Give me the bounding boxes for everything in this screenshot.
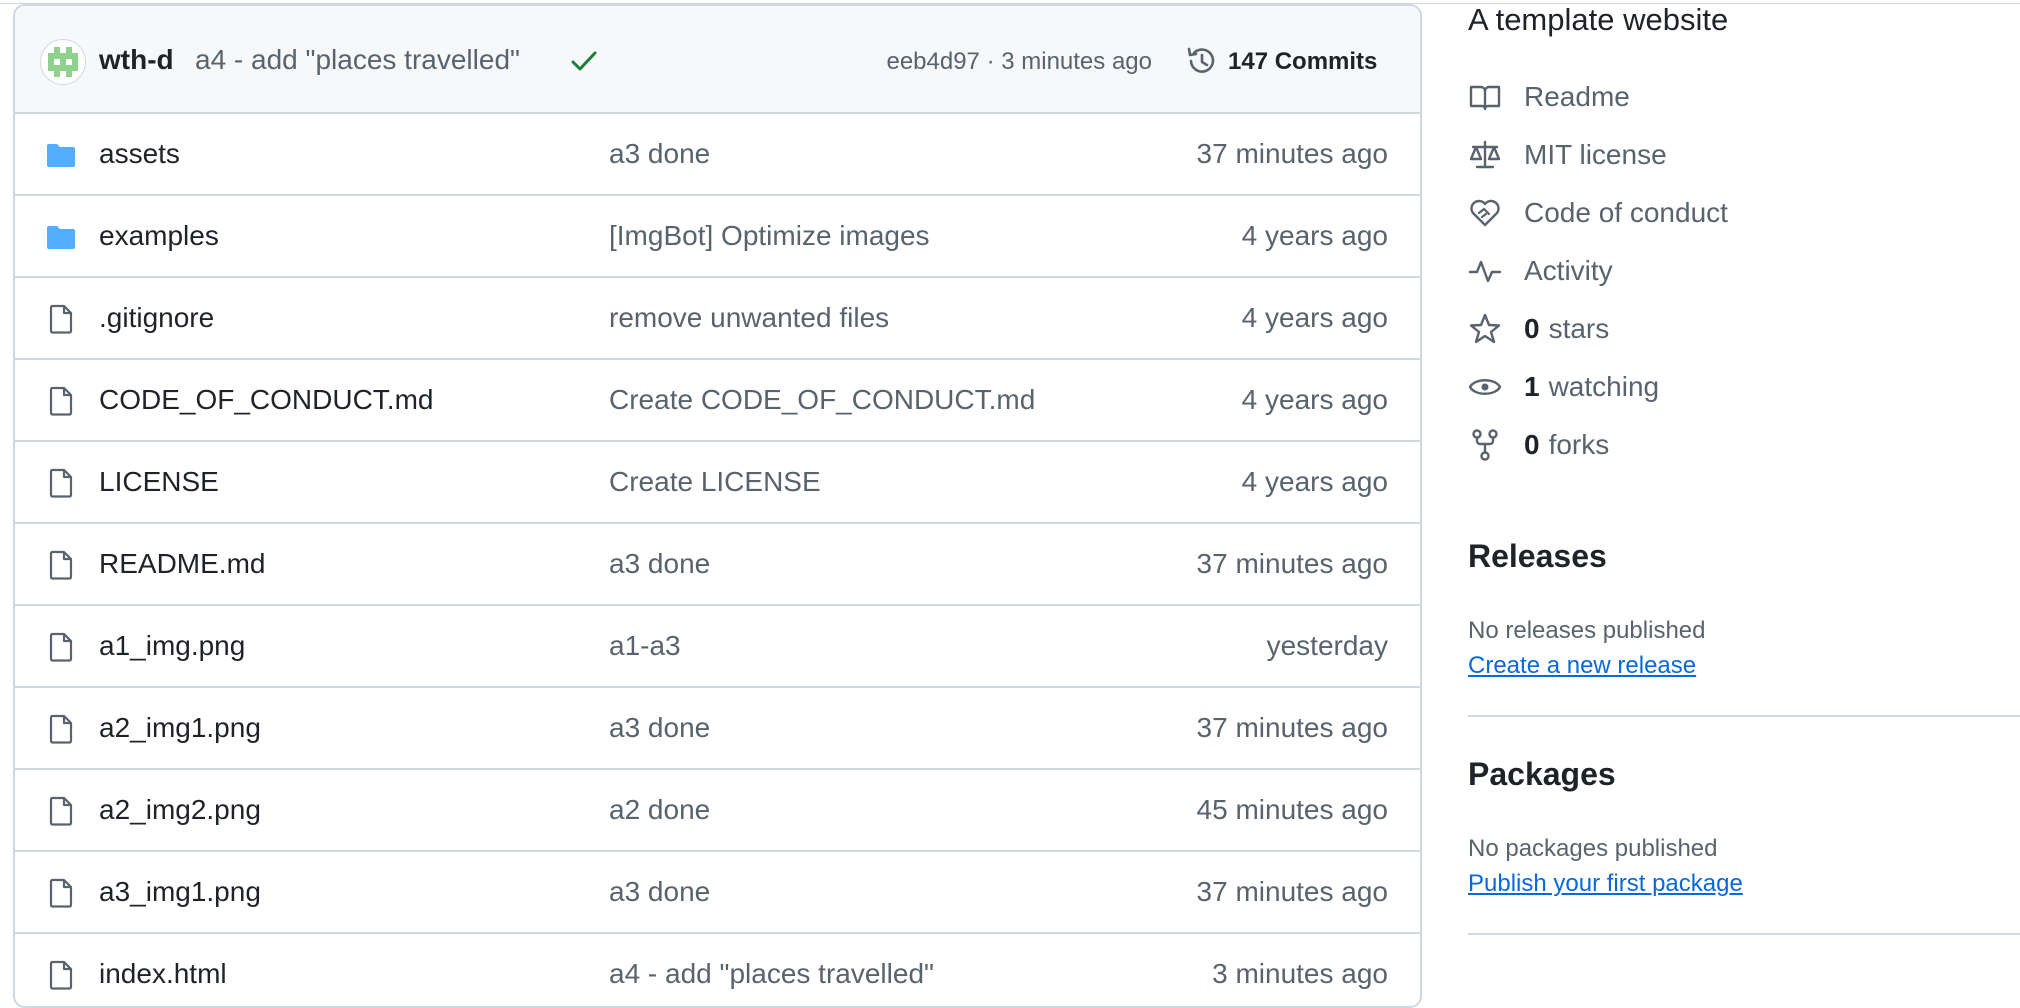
readme-link[interactable]: Readme <box>1468 77 1630 117</box>
file-commit-age: 37 minutes ago <box>1196 712 1388 743</box>
stars-count: 0 <box>1524 313 1540 344</box>
file-icon <box>45 795 77 827</box>
forks-link[interactable]: 0 forks <box>1468 425 1609 465</box>
file-name-link[interactable]: README.md <box>99 548 265 580</box>
file-commit-age: 3 minutes ago <box>1212 958 1388 989</box>
file-row[interactable]: examples [ImgBot] Optimize images 4 years … <box>15 196 1420 278</box>
folder-icon <box>45 139 77 171</box>
eye-icon <box>1468 379 1502 395</box>
file-row[interactable]: CODE_OF_CONDUCT.md Create CODE_OF_CONDUCT… <box>15 360 1420 442</box>
file-name-link[interactable]: assets <box>99 138 180 170</box>
releases-empty-text: No releases published <box>1468 617 1706 644</box>
forks-label: forks <box>1548 429 1610 460</box>
section-divider <box>1468 933 2020 935</box>
history-icon[interactable] <box>1185 44 1219 78</box>
stars-label: stars <box>1548 313 1610 344</box>
watching-link[interactable]: 1 watching <box>1468 367 1659 407</box>
watching-count: 1 <box>1524 371 1540 402</box>
readme-label: Readme <box>1524 81 1630 112</box>
file-commit-message[interactable]: a4 - add "places travelled" <box>609 958 934 990</box>
file-row[interactable]: a2_img2.png a2 done 45 minutes ago <box>15 770 1420 852</box>
file-row[interactable]: a3_img1.png a3 done 37 minutes ago <box>15 852 1420 934</box>
packages-empty-text: No packages published <box>1468 835 1718 862</box>
scale-icon <box>1469 140 1501 169</box>
file-icon <box>45 713 77 745</box>
packages-heading[interactable]: Packages <box>1468 756 1616 793</box>
file-icon <box>45 303 77 335</box>
file-commit-message[interactable]: Create CODE_OF_CONDUCT.md <box>609 384 1035 416</box>
file-name-link[interactable]: a3_img1.png <box>99 876 261 908</box>
stars-link[interactable]: 0 stars <box>1468 309 1609 349</box>
commit-message[interactable]: a4 - add "places travelled" <box>195 44 520 76</box>
star-icon <box>1469 313 1501 344</box>
folder-icon <box>45 221 77 253</box>
file-name-link[interactable]: index.html <box>99 958 227 990</box>
file-icon <box>45 877 77 909</box>
file-commit-message[interactable]: a2 done <box>609 794 710 826</box>
file-commit-message[interactable]: [ImgBot] Optimize images <box>609 220 930 252</box>
file-name-link[interactable]: CODE_OF_CONDUCT.md <box>99 384 433 416</box>
license-label: MIT license <box>1524 139 1667 170</box>
book-icon <box>1469 85 1501 111</box>
commit-author[interactable]: wth-d <box>99 44 174 76</box>
file-icon <box>45 385 77 417</box>
commit-hash-time[interactable]: eeb4d97 · 3 minutes ago <box>886 48 1152 76</box>
file-row[interactable]: index.html a4 - add "places travelled" 3 m… <box>15 934 1420 1006</box>
code-of-conduct-label: Code of conduct <box>1524 197 1728 228</box>
create-release-link[interactable]: Create a new release <box>1468 652 1696 680</box>
latest-commit-bar: wth-d a4 - add "places travelled" eeb4d9… <box>15 6 1420 114</box>
file-commit-age: 4 years ago <box>1241 302 1388 333</box>
file-table: wth-d a4 - add "places travelled" eeb4d9… <box>13 4 1422 1008</box>
activity-link[interactable]: Activity <box>1468 251 1613 291</box>
file-commit-message[interactable]: a3 done <box>609 138 710 170</box>
file-commit-message[interactable]: a3 done <box>609 876 710 908</box>
file-commit-age: yesterday <box>1266 630 1388 661</box>
releases-heading[interactable]: Releases <box>1468 538 1607 575</box>
fork-icon <box>1472 429 1498 461</box>
file-name-link[interactable]: a2_img2.png <box>99 794 261 826</box>
file-commit-age: 37 minutes ago <box>1196 548 1388 579</box>
commits-count-link[interactable]: 147 Commits <box>1228 48 1377 76</box>
file-name-link[interactable]: examples <box>99 220 219 252</box>
file-row[interactable]: assets a3 done 37 minutes ago <box>15 114 1420 196</box>
file-rows: assets a3 done 37 minutes ago examples [ImgB… <box>15 114 1420 1006</box>
file-name-link[interactable]: a1_img.png <box>99 630 245 662</box>
license-link[interactable]: MIT license <box>1468 135 1667 175</box>
activity-label: Activity <box>1524 255 1613 286</box>
file-name-link[interactable]: .gitignore <box>99 302 214 334</box>
file-commit-age: 4 years ago <box>1241 466 1388 497</box>
pulse-icon <box>1468 260 1502 283</box>
file-icon <box>45 631 77 663</box>
file-commit-age: 37 minutes ago <box>1196 138 1388 169</box>
file-row[interactable]: LICENSE Create LICENSE 4 years ago <box>15 442 1420 524</box>
file-icon <box>45 549 77 581</box>
heart-handshake-icon <box>1470 199 1500 227</box>
file-icon <box>45 467 77 499</box>
file-name-link[interactable]: a2_img1.png <box>99 712 261 744</box>
file-commit-message[interactable]: remove unwanted files <box>609 302 889 334</box>
file-row[interactable]: a1_img.png a1-a3 yesterday <box>15 606 1420 688</box>
check-icon[interactable] <box>569 48 599 74</box>
watching-label: watching <box>1548 371 1660 402</box>
file-row[interactable]: README.md a3 done 37 minutes ago <box>15 524 1420 606</box>
code-of-conduct-link[interactable]: Code of conduct <box>1468 193 1728 233</box>
file-commit-age: 4 years ago <box>1241 384 1388 415</box>
file-commit-age: 37 minutes ago <box>1196 876 1388 907</box>
file-name-link[interactable]: LICENSE <box>99 466 219 498</box>
section-divider <box>1468 715 2020 717</box>
file-icon <box>45 959 77 991</box>
file-commit-age: 45 minutes ago <box>1196 794 1388 825</box>
forks-count: 0 <box>1524 429 1540 460</box>
file-commit-age: 4 years ago <box>1241 220 1388 251</box>
file-commit-message[interactable]: a1-a3 <box>609 630 681 662</box>
file-row[interactable]: .gitignore remove unwanted files 4 years a… <box>15 278 1420 360</box>
file-commit-message[interactable]: a3 done <box>609 712 710 744</box>
publish-package-link[interactable]: Publish your first package <box>1468 870 1743 898</box>
file-commit-message[interactable]: a3 done <box>609 548 710 580</box>
author-avatar[interactable] <box>40 39 86 85</box>
file-commit-message[interactable]: Create LICENSE <box>609 466 821 498</box>
repo-description: A template website <box>1468 2 1729 37</box>
file-row[interactable]: a2_img1.png a3 done 37 minutes ago <box>15 688 1420 770</box>
